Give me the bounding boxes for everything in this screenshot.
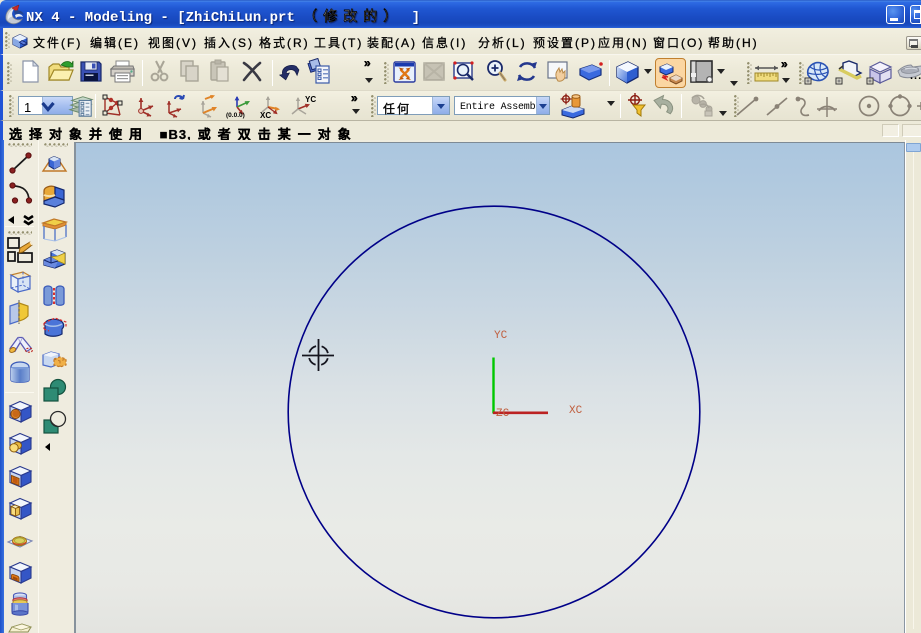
- svg-text:XC: XC: [569, 405, 583, 417]
- svg-text:ZC: ZC: [496, 408, 510, 420]
- svg-text:(0.0.0): (0.0.0): [226, 112, 245, 119]
- svg-text:XC: XC: [260, 111, 271, 119]
- svg-text:YC: YC: [305, 95, 316, 104]
- svg-text:YC: YC: [494, 330, 508, 342]
